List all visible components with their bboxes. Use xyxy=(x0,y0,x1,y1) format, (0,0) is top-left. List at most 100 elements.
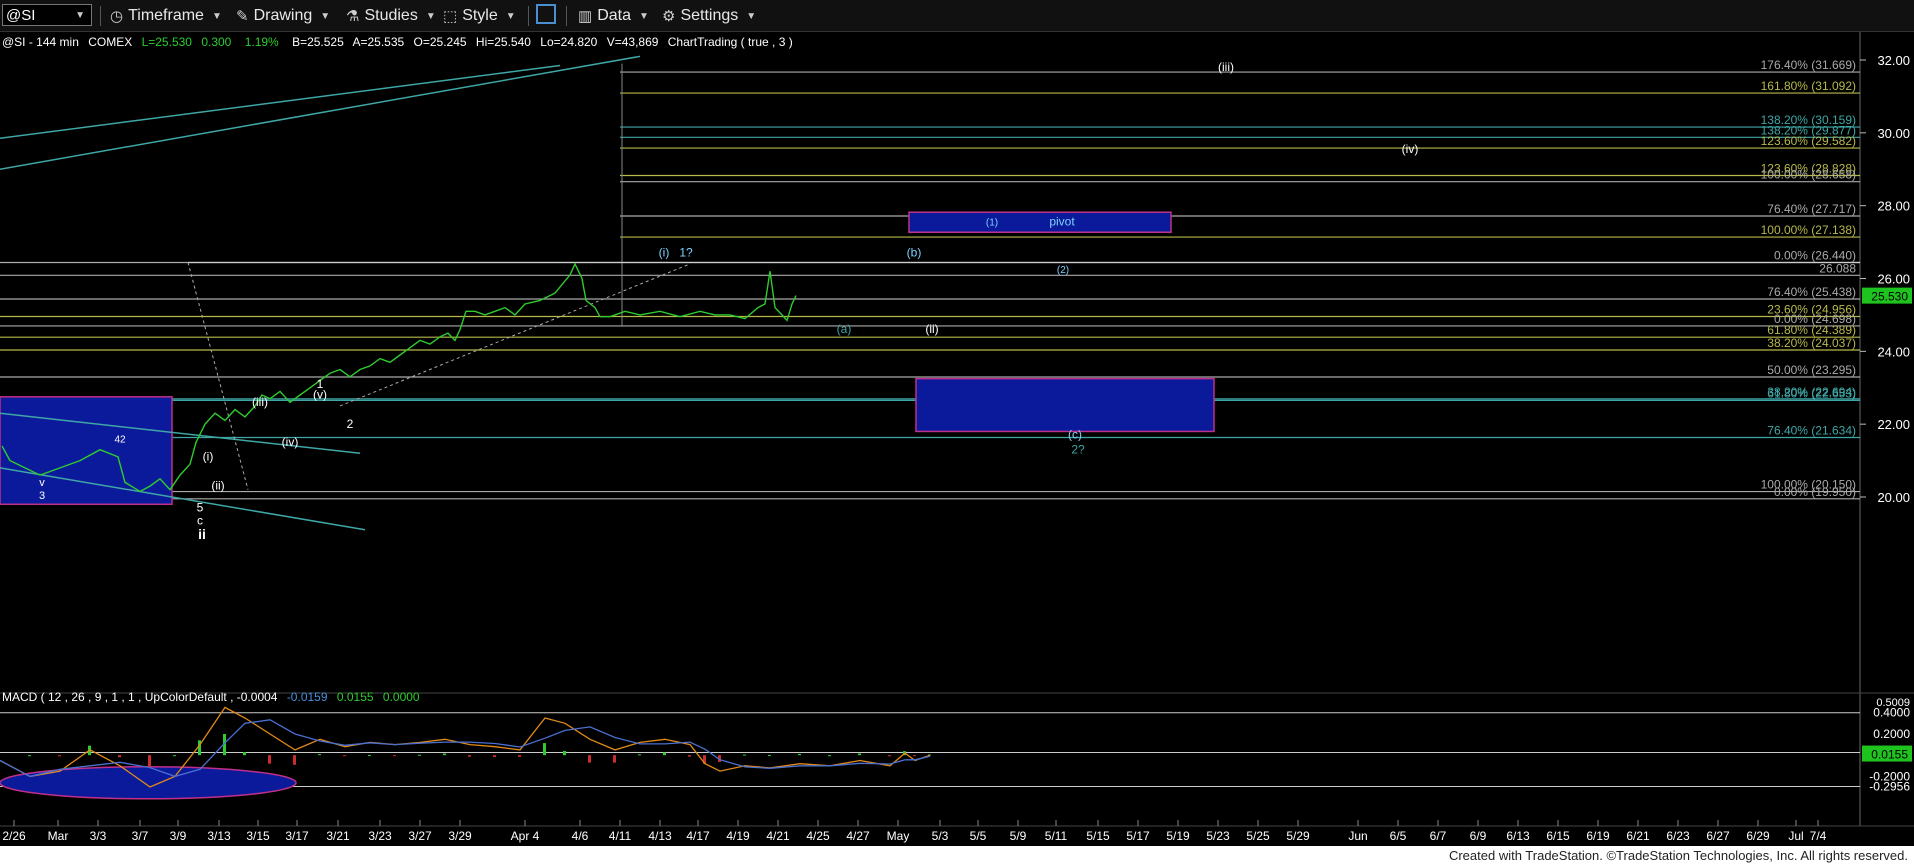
wave-label: (iv) xyxy=(1402,142,1419,156)
footer: Created with TradeStation. ©TradeStation… xyxy=(0,846,1914,866)
wave-label: (2) xyxy=(1057,265,1069,276)
wave-label: (ii) xyxy=(211,479,224,493)
data-menu[interactable]: ▥ Data ▼ xyxy=(578,5,649,27)
fib-label: 61.80% (22.653) xyxy=(1767,386,1856,400)
data-label: Data xyxy=(597,7,631,24)
time-tick-label: 4/17 xyxy=(686,829,710,843)
chevron-down-icon[interactable]: ▼ xyxy=(75,5,85,27)
time-tick-label: Apr 4 xyxy=(511,829,540,843)
chevron-down-icon: ▼ xyxy=(746,10,757,22)
separator xyxy=(100,6,101,26)
style-menu[interactable]: ⬚ Style ▼ xyxy=(443,5,516,27)
fib-label: 76.40% (27.717) xyxy=(1767,202,1856,216)
macd-header: MACD ( 12 , 26 , 9 , 1 , 1 , UpColorDefa… xyxy=(2,690,420,704)
price-tick-label: 30.00 xyxy=(1877,126,1910,141)
wave-label: (i) xyxy=(659,246,670,260)
wave-label: (a) xyxy=(837,322,852,336)
layout-button[interactable] xyxy=(536,3,556,25)
wave-label: (c) xyxy=(1068,428,1082,442)
chevron-down-icon: ▼ xyxy=(505,10,516,22)
macd-tick-label: -0.2956 xyxy=(1869,780,1910,794)
macd-histogram-bar xyxy=(638,754,641,756)
macd-histogram-bar xyxy=(688,755,691,757)
macd-histogram-bar xyxy=(518,755,521,757)
wave-label: 2? xyxy=(1071,442,1085,456)
macd-histogram-bar xyxy=(268,755,271,764)
fib-label: 76.40% (25.438) xyxy=(1767,285,1856,299)
studies-menu[interactable]: ⚗ Studies ▼ xyxy=(346,5,436,27)
price-chart[interactable]: 176.40% (31.669)161.80% (31.092)138.20% … xyxy=(0,32,1914,846)
time-tick-label: 6/23 xyxy=(1666,829,1690,843)
fib-label: 50.00% (23.295) xyxy=(1767,363,1856,377)
settings-menu[interactable]: ⚙ Settings ▼ xyxy=(662,5,756,27)
symbol-input[interactable]: @SI ▼ xyxy=(2,4,92,26)
time-tick-label: 3/21 xyxy=(326,829,350,843)
time-tick-label: 5/19 xyxy=(1166,829,1190,843)
layout-icon xyxy=(536,4,556,24)
time-tick-label: 5/9 xyxy=(1010,829,1027,843)
time-tick-label: 6/9 xyxy=(1470,829,1487,843)
time-tick-label: 6/7 xyxy=(1430,829,1447,843)
macd-histogram-bar xyxy=(588,755,591,763)
time-tick-label: 3/13 xyxy=(207,829,231,843)
wave-label: (i) xyxy=(203,450,214,464)
wave-label: ii xyxy=(198,526,206,542)
fib-label: 123.60% (29.582) xyxy=(1761,134,1856,148)
time-tick-label: 3/17 xyxy=(285,829,309,843)
symbol-value: @SI xyxy=(6,7,36,24)
time-tick-label: 2/26 xyxy=(2,829,26,843)
fib-label: 38.20% (24.037) xyxy=(1767,336,1856,350)
time-tick-label: 6/5 xyxy=(1390,829,1407,843)
wave-label: pivot xyxy=(1049,215,1075,229)
macd-histogram-bar xyxy=(28,755,31,757)
time-tick-label: 6/21 xyxy=(1626,829,1650,843)
macd-histogram-bar xyxy=(118,755,121,758)
macd-histogram-bar xyxy=(198,740,201,756)
drawing-menu[interactable]: ✎ Drawing ▼ xyxy=(236,5,330,27)
timeframe-menu[interactable]: ◷ Timeframe ▼ xyxy=(110,5,222,27)
pencil-icon: ✎ xyxy=(236,8,249,25)
macd-histogram-bar xyxy=(368,754,371,756)
time-tick-label: 5/15 xyxy=(1086,829,1110,843)
settings-label: Settings xyxy=(680,7,739,24)
macd-histogram-bar xyxy=(243,752,246,756)
macd-histogram-bar xyxy=(468,755,471,757)
time-tick-label: Mar xyxy=(48,829,69,843)
price-tick-label: 24.00 xyxy=(1877,344,1910,359)
macd-histogram-bar xyxy=(743,754,746,756)
time-tick-label: 5/23 xyxy=(1206,829,1230,843)
time-tick-label: 7/4 xyxy=(1810,829,1827,843)
wave-label: (b) xyxy=(907,246,922,260)
clock-icon: ◷ xyxy=(110,8,124,25)
time-tick-label: 4/25 xyxy=(806,829,830,843)
time-tick-label: 5/17 xyxy=(1126,829,1150,843)
time-tick-label: 4/21 xyxy=(766,829,790,843)
macd-histogram-bar xyxy=(173,755,176,757)
price-tick-label: 32.00 xyxy=(1877,53,1910,68)
macd-histogram-bar xyxy=(913,755,916,757)
gear-icon: ⚙ xyxy=(662,8,676,25)
time-tick-label: 5/3 xyxy=(932,829,949,843)
time-tick-label: 6/15 xyxy=(1546,829,1570,843)
macd-histogram-bar xyxy=(663,752,666,756)
price-tick-label: 28.00 xyxy=(1877,199,1910,214)
fib-label: 161.80% (31.092) xyxy=(1761,79,1856,93)
target-box-c xyxy=(915,377,1215,433)
macd-histogram-bar xyxy=(148,755,151,767)
macd-histogram-bar xyxy=(443,753,446,756)
fib-label: 0.00% (19.950) xyxy=(1774,485,1856,499)
macd-histogram-bar xyxy=(393,755,396,757)
time-tick-label: 5/29 xyxy=(1286,829,1310,843)
copyright-text: Created with TradeStation. ©TradeStation… xyxy=(1448,848,1908,863)
drawing-label: Drawing xyxy=(253,7,313,24)
style-icon: ⬚ xyxy=(443,8,458,25)
chevron-down-icon: ▼ xyxy=(638,10,649,22)
macd-histogram-bar xyxy=(563,750,566,756)
wave-label: (1) xyxy=(986,218,998,229)
time-tick-label: 5/5 xyxy=(970,829,987,843)
macd-last-label: 0.0155 xyxy=(1871,748,1908,762)
wave-label: (iii) xyxy=(1218,60,1234,74)
wave-label: v xyxy=(39,477,45,489)
macd-histogram-bar xyxy=(58,755,61,757)
time-tick-label: 3/27 xyxy=(408,829,432,843)
